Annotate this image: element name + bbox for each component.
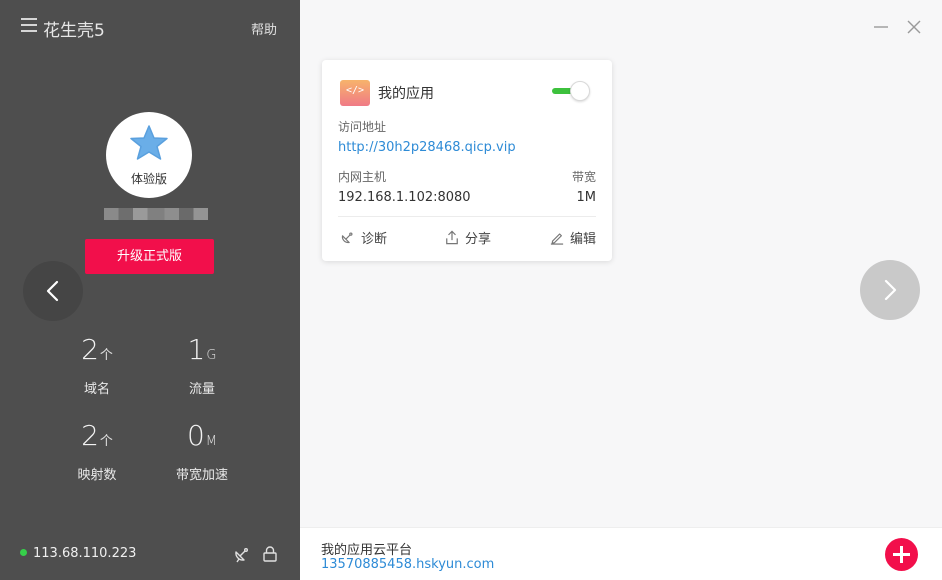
stat-domains: 2个 域名 — [47, 333, 147, 398]
star-icon — [130, 125, 168, 160]
diagnose-button[interactable]: 诊断 — [340, 228, 387, 247]
stat-unit: 个 — [99, 434, 113, 449]
stat-value: 2 — [81, 419, 99, 452]
share-label: 分享 — [465, 232, 492, 247]
edit-icon — [550, 233, 564, 245]
edition-label: 体验版 — [130, 172, 167, 186]
card-divider — [338, 216, 596, 217]
ip-status: 113.68.110.223 — [20, 546, 136, 561]
online-indicator — [20, 549, 27, 556]
edit-button[interactable]: 编辑 — [550, 228, 596, 247]
account-name-redacted — [104, 208, 208, 220]
app-title: 花生壳5 — [43, 21, 105, 41]
stat-label: 带宽加速 — [175, 468, 228, 483]
stat-label: 流量 — [188, 382, 215, 397]
stat-label: 映射数 — [77, 468, 117, 483]
stat-unit: G — [206, 348, 217, 363]
chevron-right-icon — [884, 279, 897, 301]
minimize-icon[interactable] — [872, 18, 890, 36]
cloud-platform-title: 我的应用云平台 — [321, 543, 413, 558]
stat-bandwidth-boost: 0M 带宽加速 — [152, 419, 252, 484]
card-title: 我的应用 — [378, 86, 434, 102]
footer-bar: 我的应用云平台 13570885458.hskyun.com — [300, 527, 942, 580]
carousel-next-button[interactable] — [860, 260, 920, 320]
app-card: </> 我的应用 访问地址 http://30h2p28468.qicp.vip… — [322, 60, 612, 261]
code-app-icon: </> — [340, 80, 370, 106]
host-value: 192.168.1.102:8080 — [338, 190, 471, 205]
chevron-left-icon — [46, 280, 59, 302]
satellite-icon[interactable] — [233, 545, 251, 563]
share-button[interactable]: 分享 — [445, 228, 491, 247]
enable-toggle[interactable] — [552, 81, 592, 101]
stat-mappings: 2个 映射数 — [47, 419, 147, 484]
share-icon — [446, 230, 458, 245]
diagnose-icon — [341, 232, 353, 244]
close-icon[interactable] — [905, 18, 923, 36]
host-label: 内网主机 — [338, 170, 387, 184]
stat-label: 域名 — [83, 382, 110, 397]
ip-address: 113.68.110.223 — [33, 546, 137, 561]
menu-icon[interactable] — [21, 18, 37, 34]
stat-unit: 个 — [99, 348, 113, 363]
help-link[interactable]: 帮助 — [251, 19, 277, 38]
edit-label: 编辑 — [570, 232, 597, 247]
stat-unit: M — [205, 434, 218, 449]
upgrade-button[interactable]: 升级正式版 — [85, 239, 214, 274]
address-label: 访问地址 — [338, 120, 387, 134]
avatar: 体验版 — [106, 112, 192, 198]
carousel-prev-button[interactable] — [23, 261, 83, 321]
bandwidth-label: 带宽 — [571, 170, 596, 184]
plus-icon[interactable] — [885, 538, 918, 571]
bandwidth-value: 1M — [576, 190, 597, 205]
lock-icon[interactable] — [261, 545, 279, 563]
stat-value: 0 — [186, 419, 205, 452]
diagnose-label: 诊断 — [361, 232, 388, 247]
stat-value: 1 — [187, 333, 206, 366]
stat-traffic: 1G 流量 — [152, 333, 252, 398]
stat-value: 2 — [81, 333, 99, 366]
address-url-link[interactable]: http://30h2p28468.qicp.vip — [338, 140, 516, 155]
cloud-platform-link[interactable]: 13570885458.hskyun.com — [321, 557, 494, 572]
